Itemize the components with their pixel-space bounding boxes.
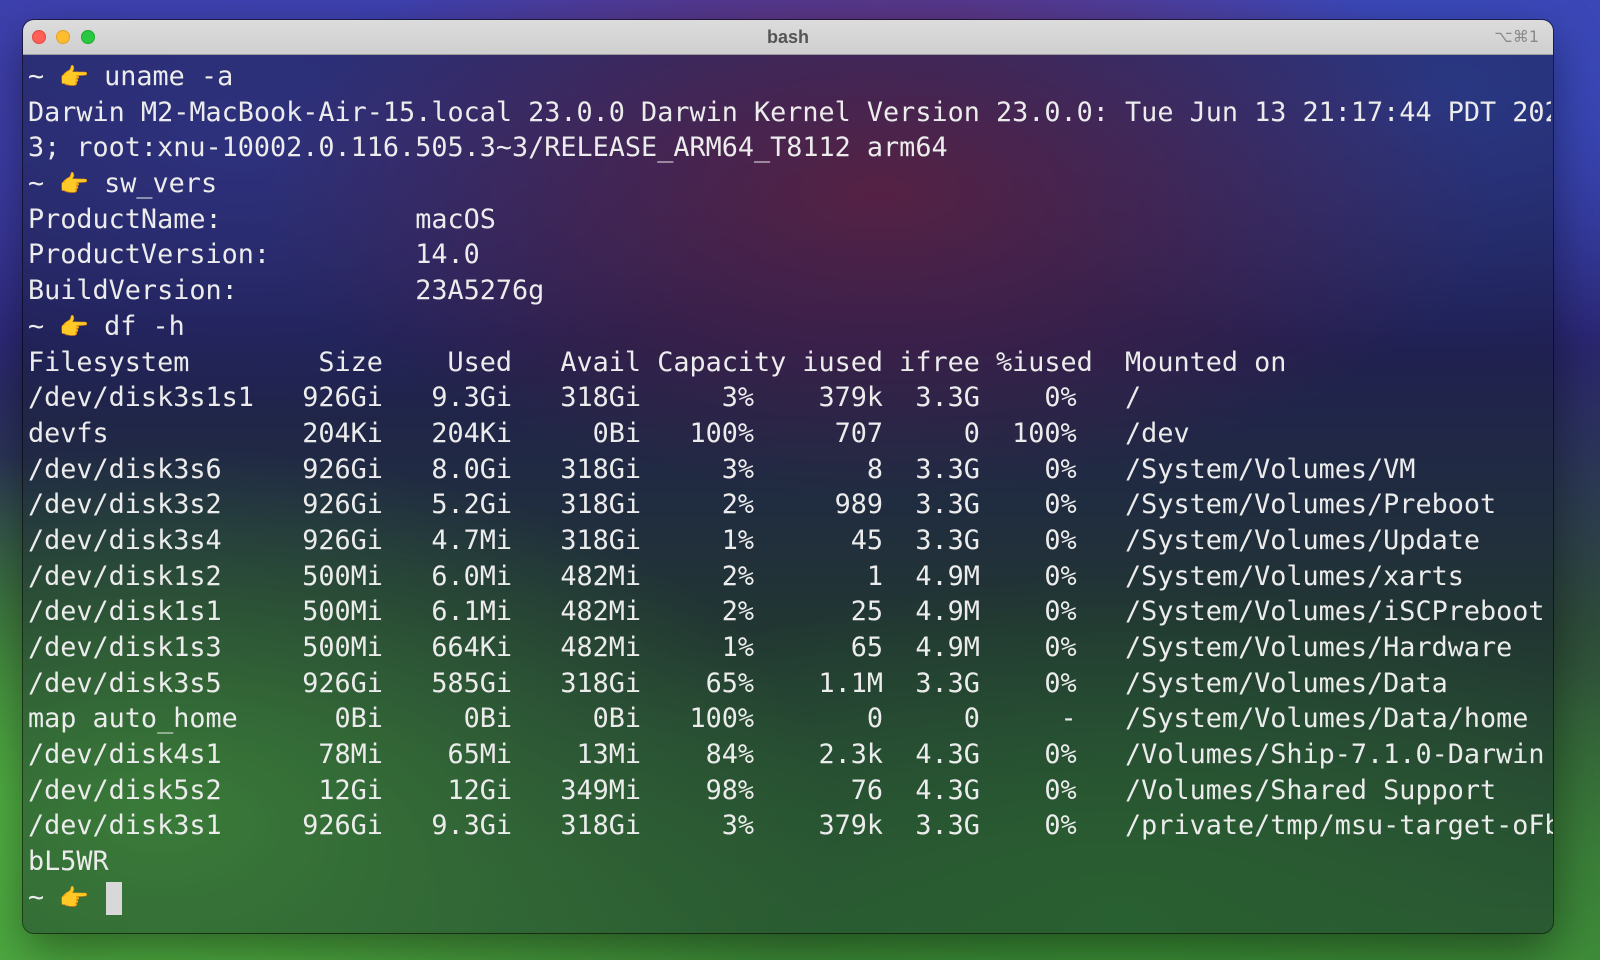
pointing-finger-icon: 👉 (59, 63, 90, 91)
prompt-line: ~ 👉 df -h (28, 309, 1551, 345)
prompt-tilde: ~ (28, 881, 45, 913)
output-line: ProductName: macOS (28, 203, 496, 235)
output-line: BuildVersion: 23A5276g (28, 275, 545, 307)
prompt-tilde: ~ (28, 168, 45, 200)
active-prompt-line[interactable]: ~ 👉 (28, 880, 1551, 916)
df-row: /dev/disk3s4 926Gi 4.7Mi 318Gi 1% 45 3.3… (28, 524, 1480, 556)
pointing-finger-icon: 👉 (59, 170, 90, 199)
prompt-line: ~ 👉 sw_vers (28, 166, 1551, 202)
df-row: /dev/disk1s2 500Mi 6.0Mi 482Mi 2% 1 4.9M… (28, 560, 1464, 592)
pointing-finger-icon: 👉 (59, 883, 90, 912)
df-row: /dev/disk3s6 926Gi 8.0Gi 318Gi 3% 8 3.3G… (28, 453, 1416, 485)
df-row: /dev/disk4s1 78Mi 65Mi 13Mi 84% 2.3k 4.3… (28, 739, 1545, 771)
df-header-row: Filesystem Size Used Avail Capacity iuse… (28, 346, 1287, 378)
prompt-tilde: ~ (28, 61, 45, 92)
command-text: sw_vers (104, 168, 218, 200)
output-line: ProductVersion: 14.0 (28, 239, 480, 271)
df-row: /dev/disk1s1 500Mi 6.1Mi 482Mi 2% 25 4.9… (28, 596, 1545, 628)
df-row: /dev/disk3s1s1 926Gi 9.3Gi 318Gi 3% 379k… (28, 382, 1142, 414)
df-row: /dev/disk3s1 926Gi 9.3Gi 318Gi 3% 379k 3… (28, 810, 1553, 842)
text-cursor (106, 881, 123, 915)
df-row-wrap: bL5WR (28, 846, 109, 878)
terminal-output[interactable]: ~ 👉 uname -a Darwin M2-MacBook-Air-15.loca… (28, 59, 1553, 916)
df-row: /dev/disk1s3 500Mi 664Ki 482Mi 1% 65 4.9… (28, 632, 1513, 663)
prompt-tilde: ~ (28, 310, 45, 342)
command-text: uname -a (104, 61, 234, 92)
terminal-content-area[interactable]: ~ 👉 uname -a Darwin M2-MacBook-Air-15.loca… (23, 55, 1553, 933)
window-title: bash (766, 27, 809, 47)
output-line: Darwin M2-MacBook-Air-15.local 23.0.0 Da… (28, 96, 1551, 128)
df-row: map auto_home 0Bi 0Bi 0Bi 100% 0 0 - /Sy… (28, 703, 1529, 735)
window-shortcut-label: ⌥⌘1 (1494, 27, 1539, 46)
output-line: 3; root:xnu-10002.0.116.505.3~3/RELEASE_… (28, 132, 948, 164)
pointing-finger-icon: 👉 (59, 312, 90, 341)
df-row: devfs 204Ki 204Ki 0Bi 100% 707 0 100% /d… (28, 417, 1190, 449)
prompt-line: ~ 👉 uname -a (28, 59, 1551, 95)
df-row: /dev/disk3s5 926Gi 585Gi 318Gi 65% 1.1M … (28, 667, 1448, 699)
title-bar[interactable]: bash ⌥⌘1 (23, 20, 1553, 55)
df-row: /dev/disk5s2 12Gi 12Gi 349Mi 98% 76 4.3G… (28, 774, 1497, 806)
command-text: df -h (104, 310, 185, 342)
df-row: /dev/disk3s2 926Gi 5.2Gi 318Gi 2% 989 3.… (28, 489, 1497, 521)
terminal-window[interactable]: bash ⌥⌘1 ~ 👉 uname -a Darwin M2-MacBook-Ai… (23, 20, 1553, 933)
